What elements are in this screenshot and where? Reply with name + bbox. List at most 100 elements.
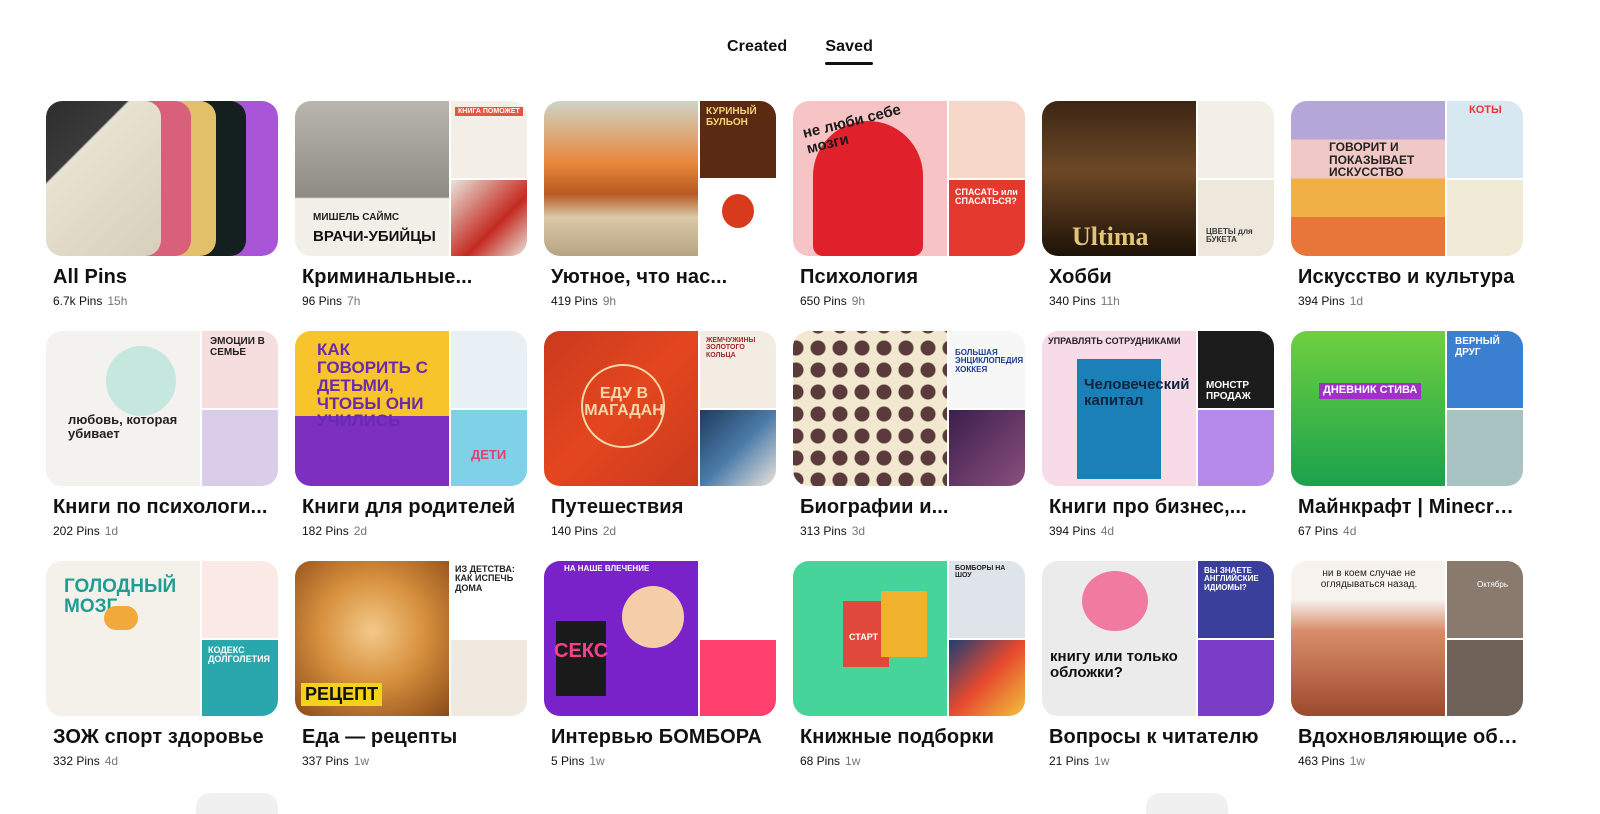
board-meta: 6.7k Pins 15h bbox=[53, 294, 278, 308]
cover-shape bbox=[1082, 571, 1148, 631]
cover-side: КНИГА ПОМОЖЕТ bbox=[451, 101, 527, 178]
board-card[interactable]: не люби себе мозги СПАСАТЬ или СПАСАТЬСЯ… bbox=[793, 101, 1025, 310]
board-title: Еда — рецепты bbox=[302, 726, 458, 748]
board-title: Интервью БОМБОРА bbox=[551, 726, 762, 748]
cover-text: КНИГА ПОМОЖЕТ bbox=[455, 107, 523, 117]
pin-count: 67 Pins bbox=[1298, 524, 1339, 538]
board-cover-peek bbox=[196, 793, 278, 814]
board-updated: 2d bbox=[353, 524, 368, 538]
cover-side: КОДЕКС ДОЛГОЛЕТИЯ bbox=[202, 639, 278, 716]
board-card[interactable]: РЕЦЕПТ ИЗ ДЕТСТВА: КАК ИСПЕЧЬ ДОМА Еда —… bbox=[295, 561, 527, 770]
cover-main: книгу или только обложки? bbox=[1042, 561, 1196, 716]
board-meta: 182 Pins 2d bbox=[302, 524, 527, 538]
board-cover: ГОВОРИТ И ПОКАЗЫВАЕТ ИСКУССТВО КОТЫ bbox=[1291, 101, 1523, 256]
cover-text: СТАРТ bbox=[849, 632, 879, 642]
pin-count: 394 Pins bbox=[1298, 294, 1345, 308]
brain-icon bbox=[104, 606, 138, 630]
board-meta: 202 Pins 1d bbox=[53, 524, 278, 538]
board-cover: ЕДУ В МАГАДАН ЖЕМЧУЖИНЫ ЗОЛОТОГО КОЛЬЦА bbox=[544, 331, 776, 486]
cover-main: ни в коем случае не оглядываться назад. bbox=[1291, 561, 1445, 716]
cover-side: КУРИНЫЙ БУЛЬОН bbox=[700, 101, 776, 178]
cover-side bbox=[202, 409, 278, 486]
cover-text: книгу или только обложки? bbox=[1050, 648, 1178, 681]
cover-text: ВРАЧИ-УБИЙЦЫ bbox=[313, 228, 436, 245]
board-card[interactable]: ГОЛОДНЫЙ МОЗГ КОДЕКС ДОЛГОЛЕТИЯ ЗОЖ спор… bbox=[46, 561, 278, 770]
cover-side bbox=[700, 179, 776, 256]
cover-text: ИЗ ДЕТСТВА: КАК ИСПЕЧЬ ДОМА bbox=[455, 564, 515, 593]
cover-main: МИШЕЛЬ САЙМС ВРАЧИ-УБИЙЦЫ bbox=[295, 101, 449, 256]
board-cover-peek bbox=[1146, 793, 1228, 814]
board-title: Уютное, что нас... bbox=[551, 266, 728, 288]
board-meta: 394 Pins 1d bbox=[1298, 294, 1523, 308]
tab-saved[interactable]: Saved bbox=[825, 38, 873, 65]
board-cover: СТАРТ БОМБОРЫ НА ШОУ bbox=[793, 561, 1025, 716]
book-cover bbox=[881, 591, 927, 657]
board-card[interactable]: УПРАВЛЯТЬ СОТРУДНИКАМИ Человеческий капи… bbox=[1042, 331, 1274, 540]
cover-main: любовь, которая убивает bbox=[46, 331, 200, 486]
cover-side bbox=[1447, 179, 1523, 256]
cover-side bbox=[1198, 639, 1274, 716]
cover-text: МОНСТР ПРОДАЖ bbox=[1206, 380, 1251, 402]
board-card[interactable]: МИШЕЛЬ САЙМС ВРАЧИ-УБИЙЦЫ КНИГА ПОМОЖЕТ … bbox=[295, 101, 527, 310]
pin-count: 5 Pins bbox=[551, 754, 585, 768]
board-card[interactable]: книгу или только обложки? ВЫ ЗНАЕТЕ АНГЛ… bbox=[1042, 561, 1274, 770]
board-cover: книгу или только обложки? ВЫ ЗНАЕТЕ АНГЛ… bbox=[1042, 561, 1274, 716]
cover-main: Ultima bbox=[1042, 101, 1196, 256]
board-title: Книги по психологи... bbox=[53, 496, 268, 518]
pin-count: 21 Pins bbox=[1049, 754, 1090, 768]
board-meta: 332 Pins 4d bbox=[53, 754, 278, 768]
board-card[interactable]: ЕДУ В МАГАДАН ЖЕМЧУЖИНЫ ЗОЛОТОГО КОЛЬЦА … bbox=[544, 331, 776, 540]
board-updated: 9h bbox=[602, 294, 617, 308]
board-title: ЗОЖ спорт здоровье bbox=[53, 726, 264, 748]
board-card[interactable]: любовь, которая убивает ЭМОЦИИ В СЕМЬЕ К… bbox=[46, 331, 278, 540]
board-meta: 5 Pins 1w bbox=[551, 754, 776, 768]
board-title: Криминальные... bbox=[302, 266, 473, 288]
board-title: Вопросы к читателю bbox=[1049, 726, 1259, 748]
board-card[interactable]: Ultima ЦВЕТЫ для БУКЕТА Хобби 340 Pins 11… bbox=[1042, 101, 1274, 310]
board-cover: Ultima ЦВЕТЫ для БУКЕТА bbox=[1042, 101, 1274, 256]
pin-count: 313 Pins bbox=[800, 524, 847, 538]
cover-main: РЕЦЕПТ bbox=[295, 561, 449, 716]
pin-count: 202 Pins bbox=[53, 524, 100, 538]
board-updated: 1d bbox=[104, 524, 119, 538]
board-cover: МИШЕЛЬ САЙМС ВРАЧИ-УБИЙЦЫ КНИГА ПОМОЖЕТ bbox=[295, 101, 527, 256]
board-card[interactable]: All Pins 6.7k Pins 15h bbox=[46, 101, 278, 310]
board-card[interactable]: КАК ГОВОРИТЬ С ДЕТЬМИ, ЧТОБЫ ОНИ УЧИЛИСЬ… bbox=[295, 331, 527, 540]
pin-count: 140 Pins bbox=[551, 524, 598, 538]
cover-text: КУРИНЫЙ БУЛЬОН bbox=[706, 106, 757, 128]
board-card[interactable]: НА НАШЕ ВЛЕЧЕНИЕ СЕКС Интервью БОМБОРА 5… bbox=[544, 561, 776, 770]
board-meta: 68 Pins 1w bbox=[800, 754, 1025, 768]
pin-count: 419 Pins bbox=[551, 294, 598, 308]
cover-side bbox=[949, 101, 1025, 178]
tab-created[interactable]: Created bbox=[727, 38, 787, 65]
board-card[interactable]: СТАРТ БОМБОРЫ НА ШОУ Книжные подборки 68… bbox=[793, 561, 1025, 770]
board-updated: 1w bbox=[845, 754, 861, 768]
board-card[interactable]: ГОВОРИТ И ПОКАЗЫВАЕТ ИСКУССТВО КОТЫ Иску… bbox=[1291, 101, 1523, 310]
board-card[interactable]: КУРИНЫЙ БУЛЬОН Уютное, что нас... 419 Pi… bbox=[544, 101, 776, 310]
cover-main: НА НАШЕ ВЛЕЧЕНИЕ СЕКС bbox=[544, 561, 698, 716]
cover-text: ЕДУ В МАГАДАН bbox=[584, 385, 664, 419]
cover-text: ЖЕМЧУЖИНЫ ЗОЛОТОГО КОЛЬЦА bbox=[706, 337, 756, 359]
pin-count: 650 Pins bbox=[800, 294, 847, 308]
board-cover: любовь, которая убивает ЭМОЦИИ В СЕМЬЕ bbox=[46, 331, 278, 486]
board-updated: 1w bbox=[589, 754, 605, 768]
board-cover: ДНЕВНИК СТИВА ВЕРНЫЙ ДРУГ bbox=[1291, 331, 1523, 486]
cover-side: ЭМОЦИИ В СЕМЬЕ bbox=[202, 331, 278, 408]
cover-side bbox=[1198, 409, 1274, 486]
board-card[interactable]: ДНЕВНИК СТИВА ВЕРНЫЙ ДРУГ Майнкрафт | Mi… bbox=[1291, 331, 1523, 540]
board-updated: 1w bbox=[1349, 754, 1366, 768]
pin-count: 340 Pins bbox=[1049, 294, 1096, 308]
board-cover: КАК ГОВОРИТЬ С ДЕТЬМИ, ЧТОБЫ ОНИ УЧИЛИСЬ… bbox=[295, 331, 527, 486]
board-card[interactable]: БОЛЬШАЯ ЭНЦИКЛОПЕДИЯ ХОККЕЯ Биографии и.… bbox=[793, 331, 1025, 540]
cover-side: ИЗ ДЕТСТВА: КАК ИСПЕЧЬ ДОМА bbox=[451, 561, 527, 638]
board-title: Хобби bbox=[1049, 266, 1112, 288]
board-card[interactable]: ни в коем случае не оглядываться назад. … bbox=[1291, 561, 1523, 770]
cover-side: КОТЫ bbox=[1447, 101, 1523, 178]
cover-text: ЭМОЦИИ В СЕМЬЕ bbox=[210, 336, 265, 358]
board-meta: 419 Pins 9h bbox=[551, 294, 776, 308]
cover-text: ДЕТИ bbox=[471, 446, 507, 462]
cover-side bbox=[1447, 409, 1523, 486]
board-meta: 337 Pins 1w bbox=[302, 754, 527, 768]
cover-text: БОЛЬШАЯ ЭНЦИКЛОПЕДИЯ ХОККЕЯ bbox=[955, 348, 1024, 374]
board-cover: ГОЛОДНЫЙ МОЗГ КОДЕКС ДОЛГОЛЕТИЯ bbox=[46, 561, 278, 716]
